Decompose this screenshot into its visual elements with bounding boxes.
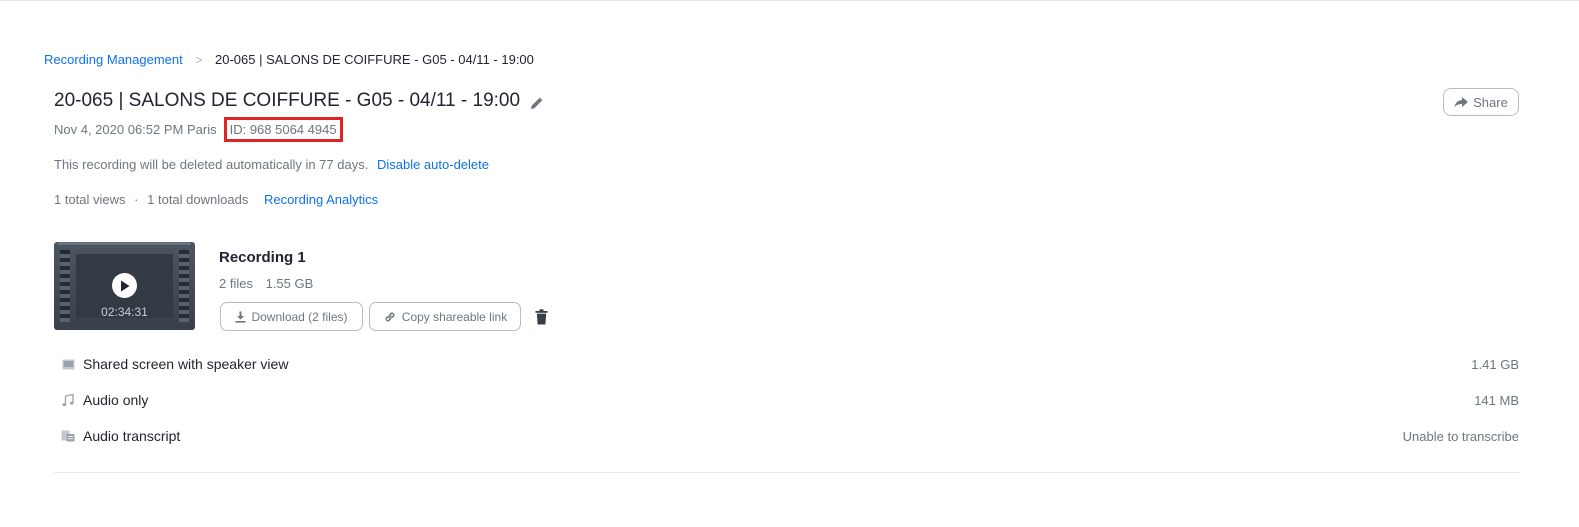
page-title: 20-065 | SALONS DE COIFFURE - G05 - 04/1… (54, 90, 521, 111)
auto-delete-notice: This recording will be deleted automatic… (54, 157, 489, 172)
total-downloads: 1 total downloads (147, 192, 249, 207)
recording-duration: 02:34:31 (101, 305, 148, 319)
file-size: 1.41 GB (1471, 356, 1519, 372)
file-name: Audio transcript (83, 428, 181, 444)
recording-summary: 2 files 1.55 GB (219, 276, 313, 291)
file-size: 141 MB (1474, 392, 1519, 408)
file-row: Audio transcript Unable to transcribe (54, 425, 1519, 447)
trash-icon[interactable] (535, 309, 548, 325)
bottom-divider (54, 472, 1520, 473)
breadcrumb-separator: > (195, 53, 203, 67)
total-size: 1.55 GB (265, 276, 314, 291)
meeting-id: ID: 968 5064 4945 (223, 117, 343, 142)
download-button-label: Download (2 files) (251, 309, 348, 324)
title-row: 20-065 | SALONS DE COIFFURE - G05 - 04/1… (54, 89, 545, 113)
share-button[interactable]: Share (1443, 88, 1519, 116)
breadcrumb-current: 20-065 | SALONS DE COIFFURE - G05 - 04/1… (215, 52, 534, 67)
thumbnail-edge (58, 242, 191, 245)
recording-analytics-link[interactable]: Recording Analytics (264, 192, 378, 207)
breadcrumb: Recording Management > 20-065 | SALONS D… (44, 51, 534, 69)
transcript-icon (60, 429, 76, 443)
meeting-meta: Nov 4, 2020 06:52 PM Paris ID: 968 5064 … (54, 117, 343, 142)
file-name[interactable]: Audio only (83, 392, 148, 408)
meeting-datetime: Nov 4, 2020 06:52 PM Paris (54, 122, 217, 137)
file-name[interactable]: Shared screen with speaker view (83, 356, 288, 372)
top-divider (0, 0, 1579, 1)
file-count: 2 files (219, 276, 253, 291)
share-arrow-icon (1454, 97, 1469, 108)
link-icon (385, 311, 395, 322)
copy-shareable-link-button[interactable]: Copy shareable link (369, 302, 521, 331)
stats-separator: · (134, 192, 139, 207)
screen-share-icon (60, 357, 76, 371)
disable-auto-delete-link[interactable]: Disable auto-delete (377, 157, 489, 172)
auto-delete-text: This recording will be deleted automatic… (54, 157, 369, 172)
recording-stats: 1 total views · 1 total downloads Record… (54, 192, 378, 207)
share-button-label: Share (1473, 94, 1508, 110)
download-button[interactable]: Download (2 files) (220, 302, 363, 331)
file-status: Unable to transcribe (1402, 428, 1519, 444)
recording-title: Recording 1 (219, 249, 306, 266)
breadcrumb-recording-management-link[interactable]: Recording Management (44, 52, 183, 67)
download-icon (235, 311, 246, 323)
recording-thumbnail[interactable]: 02:34:31 (54, 242, 195, 330)
total-views: 1 total views (54, 192, 126, 207)
file-row: Audio only 141 MB (54, 389, 1519, 411)
music-note-icon (60, 393, 76, 407)
pencil-edit-icon[interactable] (529, 95, 545, 111)
file-row: Shared screen with speaker view 1.41 GB (54, 353, 1519, 375)
play-icon[interactable] (112, 273, 137, 298)
copy-link-label: Copy shareable link (401, 309, 508, 324)
